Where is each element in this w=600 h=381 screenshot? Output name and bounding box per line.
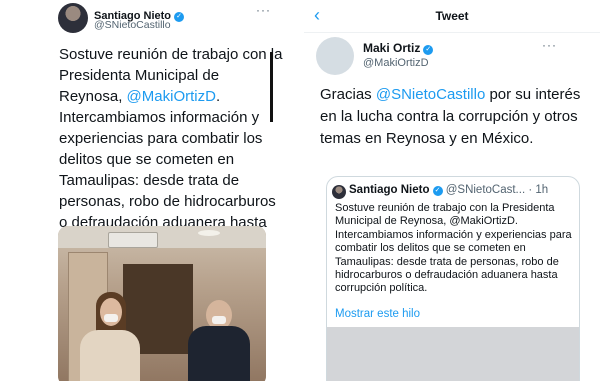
quoted-tweet-image[interactable] [327,327,579,381]
photo-ceiling [58,226,266,248]
separator-dot: · [528,184,533,196]
photo-lamp [198,230,220,236]
tweet-text: Gracias @SNietoCastillo por su interés e… [320,84,590,150]
mention-link[interactable]: @MakiOrtizD [127,88,216,105]
author-name[interactable]: Maki Ortiz [363,41,420,55]
tweet-text-part1: Gracias [320,86,376,103]
photo-mask [104,314,118,322]
maki-ortiz-avatar[interactable] [316,37,354,75]
quoted-tweet-card[interactable]: Santiago Nieto ✓ @SNietoCast... · 1h Sost… [326,176,580,381]
quoted-author-avatar [332,185,346,199]
right-tweet-screen: ‹ Tweet Maki Ortiz ✓ @MakiOrtizD ··· Grac… [304,0,600,381]
screen-title: Tweet [435,9,469,23]
photo-woman [80,330,140,381]
author-handle[interactable]: @MakiOrtizD [363,57,429,69]
verified-badge-icon: ✓ [423,45,434,55]
verified-badge-icon: ✓ [432,186,443,196]
verified-badge-icon: ✓ [174,12,185,22]
photo-mask [212,316,226,324]
author-name-row[interactable]: Maki Ortiz ✓ [363,41,434,55]
quoted-tweet-text: Sostuve reunión de trabajo con la Presid… [335,202,572,295]
author-handle[interactable]: @SNietoCastillo [94,19,171,31]
tweet-photo[interactable] [58,226,266,381]
top-bar: ‹ Tweet [304,0,600,33]
santiago-nieto-avatar[interactable] [58,3,88,33]
quoted-author-name: Santiago Nieto [349,184,430,196]
left-tweet-panel: Santiago Nieto ✓ @SNietoCastillo ··· Sost… [0,0,284,381]
more-options-icon[interactable]: ··· [542,38,557,52]
photo-projector [108,232,158,248]
photo-man [188,326,250,381]
mention-link[interactable]: @SNietoCastillo [376,86,485,103]
quoted-tweet-time: 1h [535,184,549,196]
scroll-indicator [270,52,273,122]
quoted-author-handle: @SNietoCast... [445,184,526,196]
more-options-icon[interactable]: ··· [256,3,271,17]
tweet-text: Sostuve reunión de trabajo con la Presid… [59,44,283,254]
quoted-tweet-header: Santiago Nieto ✓ @SNietoCast... · 1h [349,184,577,196]
show-thread-link[interactable]: Mostrar este hilo [335,308,420,320]
panel-gap [283,0,304,381]
